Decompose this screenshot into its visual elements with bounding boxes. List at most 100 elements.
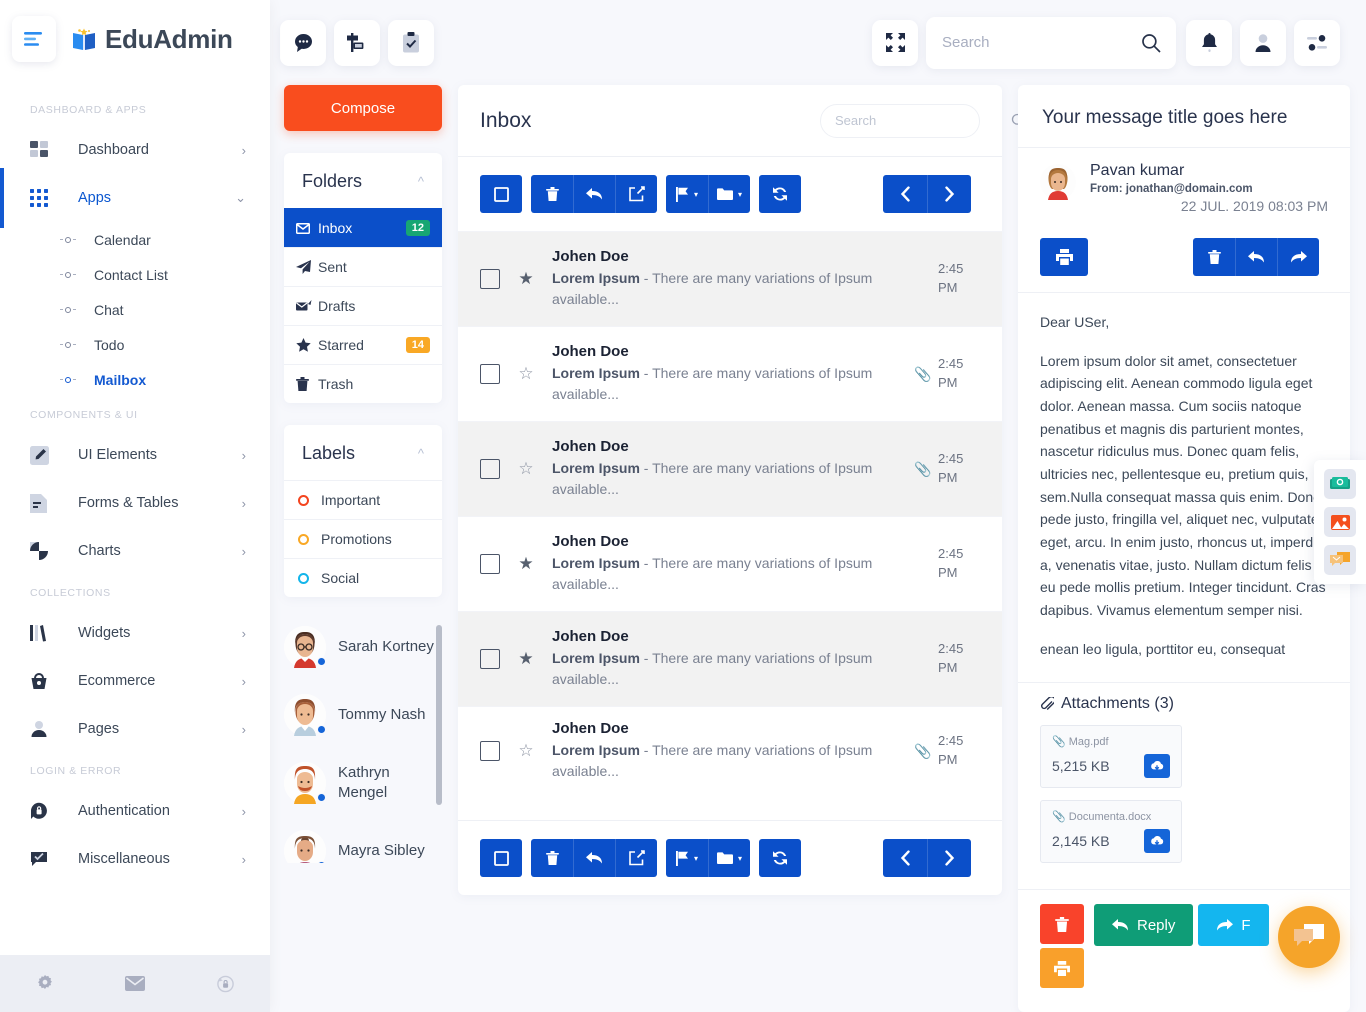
forward-button[interactable] (615, 175, 657, 213)
forward-button[interactable] (1277, 238, 1319, 276)
envelope-icon[interactable] (124, 976, 145, 991)
sidebar-item-dashboard[interactable]: Dashboard › (0, 126, 270, 174)
bell-icon[interactable] (1186, 19, 1232, 66)
star-icon[interactable]: ★ (500, 649, 552, 669)
clipboard-check-icon[interactable] (388, 19, 434, 66)
flag-button[interactable]: ▾ (666, 175, 708, 213)
forward-button[interactable]: F (1198, 904, 1269, 947)
mail-row[interactable]: ★ Johen Doe Lorem Ipsum - There are many… (458, 231, 1002, 326)
folder-item-starred[interactable]: Starred 14 (284, 325, 442, 364)
hamburger-icon[interactable] (12, 16, 56, 62)
inbox-search[interactable] (820, 103, 1026, 138)
image-icon[interactable] (1324, 507, 1356, 537)
delete-button[interactable] (1193, 238, 1235, 276)
folder-item-sent[interactable]: Sent (284, 247, 442, 286)
sidebar-item-apps[interactable]: Apps ⌄ (0, 168, 270, 228)
mail-row[interactable]: ★ Johen Doe Lorem Ipsum - There are many… (458, 611, 1002, 706)
user-avatar-icon[interactable] (1240, 19, 1286, 66)
star-icon[interactable]: ★ (500, 554, 552, 574)
row-checkbox[interactable] (480, 459, 500, 479)
folder-item-inbox[interactable]: Inbox 12 (284, 208, 442, 247)
flag-button[interactable]: ▾ (666, 839, 708, 877)
star-outline-icon[interactable]: ☆ (500, 741, 552, 761)
row-checkbox[interactable] (480, 741, 500, 761)
brand-logo[interactable]: EduAdmin (70, 24, 233, 55)
prev-page-button[interactable] (883, 175, 927, 213)
next-page-button[interactable] (927, 839, 971, 877)
chat-bubble-icon[interactable] (280, 19, 326, 66)
prev-page-button[interactable] (883, 839, 927, 877)
lock-reset-icon[interactable] (216, 974, 235, 993)
reply-button[interactable] (573, 175, 615, 213)
search-icon[interactable] (1141, 33, 1161, 53)
sidebar-subitem-contact-list[interactable]: Contact List (0, 257, 270, 292)
folder-item-drafts[interactable]: Drafts (284, 286, 442, 325)
mail-row[interactable]: ☆ Johen Doe Lorem Ipsum - There are many… (458, 421, 1002, 516)
sidebar-item-forms-tables[interactable]: Forms & Tables › (0, 479, 270, 527)
attachment-item[interactable]: 📎 Documenta.docx 2,145 KB (1040, 800, 1182, 864)
delete-button[interactable] (531, 839, 573, 877)
money-icon[interactable] (1324, 469, 1356, 499)
delete-button[interactable] (531, 175, 573, 213)
reply-button[interactable]: Reply (1094, 904, 1194, 947)
contact-item[interactable]: Tommy Nash (284, 681, 434, 749)
signpost-icon[interactable] (334, 19, 380, 66)
row-checkbox[interactable] (480, 649, 500, 669)
mail-row[interactable]: ☆ Johen Doe Lorem Ipsum - There are many… (458, 326, 1002, 421)
sidebar-item-charts[interactable]: Charts › (0, 527, 270, 575)
mail-row[interactable]: ★ Johen Doe Lorem Ipsum - There are many… (458, 516, 1002, 611)
sidebar-item-pages[interactable]: Pages › (0, 705, 270, 753)
star-outline-icon[interactable]: ☆ (500, 364, 552, 384)
gear-icon[interactable] (36, 974, 54, 993)
settings-sliders-icon[interactable] (1294, 19, 1340, 66)
compose-button[interactable]: Compose (284, 85, 442, 131)
contact-item[interactable]: Kathryn Mengel (284, 749, 434, 817)
cloud-download-icon[interactable] (1144, 829, 1170, 854)
folder-button[interactable]: ▾ (708, 175, 750, 213)
reply-button[interactable] (573, 839, 615, 877)
message-icon[interactable] (1324, 545, 1356, 575)
next-page-button[interactable] (927, 175, 971, 213)
select-all-button[interactable] (480, 175, 522, 213)
reply-button[interactable] (1235, 238, 1277, 276)
forward-button[interactable] (615, 839, 657, 877)
row-checkbox[interactable] (480, 269, 500, 289)
chevron-up-icon[interactable]: ^ (418, 174, 424, 189)
folder-button[interactable]: ▾ (708, 839, 750, 877)
sidebar-item-miscellaneous[interactable]: Miscellaneous › (0, 835, 270, 883)
sidebar-item-ui-elements[interactable]: UI Elements › (0, 431, 270, 479)
select-all-button[interactable] (480, 839, 522, 877)
chat-fab-button[interactable] (1278, 906, 1340, 968)
label-item-important[interactable]: Important (284, 480, 442, 519)
fullscreen-icon[interactable] (872, 19, 918, 66)
contact-item[interactable]: Mayra Sibley (284, 817, 434, 863)
row-checkbox[interactable] (480, 364, 500, 384)
refresh-button[interactable] (759, 839, 801, 877)
search-input[interactable] (942, 34, 1141, 51)
attachment-item[interactable]: 📎 Mag.pdf 5,215 KB (1040, 725, 1182, 789)
row-checkbox[interactable] (480, 554, 500, 574)
global-search[interactable] (926, 16, 1176, 69)
chevron-up-icon[interactable]: ^ (418, 446, 424, 461)
star-icon[interactable]: ★ (500, 269, 552, 289)
footer-delete-button[interactable] (1040, 904, 1084, 945)
contacts-scrollbar[interactable] (436, 625, 442, 805)
sidebar-subitem-calendar[interactable]: Calendar (0, 222, 270, 257)
folder-item-trash[interactable]: Trash (284, 364, 442, 403)
star-outline-icon[interactable]: ☆ (500, 459, 552, 479)
sidebar-subitem-todo[interactable]: Todo (0, 327, 270, 362)
print-button[interactable] (1040, 238, 1088, 276)
footer-print-button[interactable] (1040, 948, 1084, 989)
sidebar-item-ecommerce[interactable]: Ecommerce › (0, 657, 270, 705)
cloud-download-icon[interactable] (1144, 754, 1170, 779)
label-item-social[interactable]: Social (284, 558, 442, 597)
label-item-promotions[interactable]: Promotions (284, 519, 442, 558)
refresh-button[interactable] (759, 175, 801, 213)
inbox-search-input[interactable] (835, 113, 1011, 128)
mail-row[interactable]: ☆ Johen Doe Lorem Ipsum - There are many… (458, 706, 1002, 795)
sidebar-subitem-mailbox[interactable]: Mailbox (0, 362, 270, 397)
contact-item[interactable]: Sarah Kortney (284, 613, 434, 681)
sidebar-item-authentication[interactable]: Authentication › (0, 787, 270, 835)
sidebar-item-widgets[interactable]: Widgets › (0, 609, 270, 657)
sidebar-subitem-chat[interactable]: Chat (0, 292, 270, 327)
